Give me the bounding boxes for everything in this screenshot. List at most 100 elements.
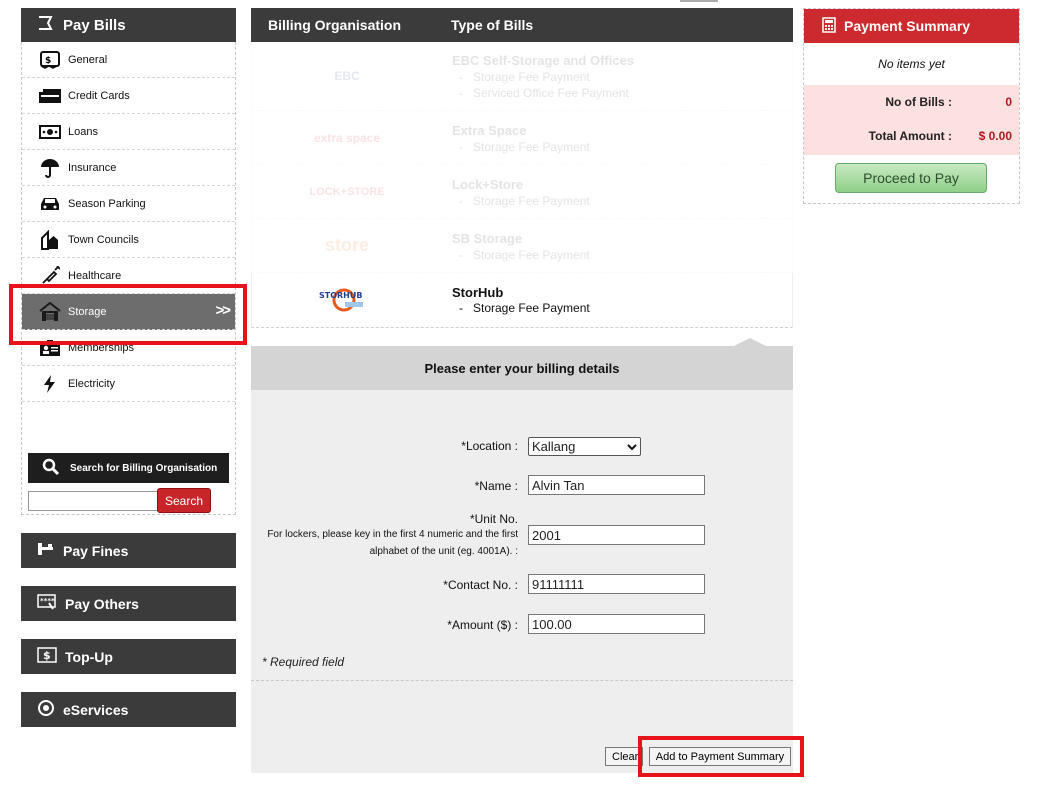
pay-others-button[interactable]: **** Pay Others (21, 586, 236, 621)
keypad-icon: **** (37, 594, 57, 613)
search-icon (42, 458, 60, 479)
sidebar-item-general[interactable]: $ General (22, 42, 235, 78)
chevron-right-icon: >> (215, 302, 230, 319)
org-row-storhub[interactable]: STORHUB StorHub - Storage Fee Payment (251, 273, 793, 328)
unit-no-note: For lockers, please key in the first 4 n… (267, 529, 518, 557)
org-name: Lock+Store (452, 177, 524, 192)
contact-label: *Contact No. : (443, 578, 518, 592)
dollar-icon: $ (37, 647, 57, 666)
payment-summary-title: Payment Summary (844, 18, 971, 34)
extra-space-logo: extra space (313, 131, 381, 145)
svg-text:$: $ (43, 649, 51, 662)
search-input[interactable] (28, 491, 158, 511)
bill-icon: $ (38, 50, 62, 70)
eservices-button[interactable]: eServices (21, 692, 236, 727)
sidebar-item-electricity[interactable]: Electricity (22, 366, 235, 402)
form-divider (251, 680, 793, 681)
search-label-text: Search for Billing Organisation (70, 462, 218, 474)
bill-type: - Serviced Office Fee Payment (459, 86, 629, 100)
sidebar-item-credit-cards[interactable]: Credit Cards (22, 78, 235, 114)
sidebar-item-label: Town Councils (68, 233, 139, 246)
svg-text:STORHUB: STORHUB (319, 291, 362, 300)
pay-others-label: Pay Others (65, 595, 139, 612)
location-select[interactable]: Kallang (528, 437, 641, 456)
amount-input[interactable]: 100.00 (528, 614, 705, 634)
sidebar-item-label: Season Parking (68, 197, 146, 210)
bill-type: - Storage Fee Payment (459, 70, 590, 84)
bill-type: - Storage Fee Payment (459, 140, 590, 154)
sidebar-item-town-councils[interactable]: Town Councils (22, 222, 235, 258)
storhub-logo: STORHUB (292, 287, 402, 313)
target-icon (37, 699, 55, 720)
org-name: StorHub (452, 285, 504, 300)
top-scroll-mark (680, 0, 718, 2)
proceed-to-pay-button[interactable]: Proceed to Pay (835, 163, 987, 193)
unit-no-label: *Unit No. (469, 512, 518, 526)
summary-totals: No of Bills : 0 Total Amount : $ 0.00 (804, 85, 1019, 155)
sidebar-item-storage[interactable]: Storage >> (22, 294, 235, 330)
org-row-sb-storage[interactable]: store SB Storage - Storage Fee Payment (251, 219, 793, 273)
search-billing-org-label: Search for Billing Organisation (28, 453, 229, 483)
pay-bills-header[interactable]: Pay Bills (21, 8, 236, 42)
bill-type: - Storage Fee Payment (459, 301, 590, 315)
add-to-payment-summary-button[interactable]: Add to Payment Summary (649, 747, 791, 766)
umbrella-icon (38, 158, 62, 178)
top-up-button[interactable]: $ Top-Up (21, 639, 236, 674)
form-title: Please enter your billing details (251, 346, 793, 390)
location-label: *Location : (461, 439, 518, 453)
sidebar-item-season-parking[interactable]: Season Parking (22, 186, 235, 222)
pay-bills-sidebar: Pay Bills $ General Credit Cards Loans I… (21, 8, 236, 515)
total-amount-label: Total Amount : (868, 129, 952, 143)
car-icon (38, 194, 62, 214)
svg-text:$: $ (45, 56, 51, 66)
bill-type: - Storage Fee Payment (459, 248, 590, 262)
org-row-extra-space[interactable]: extra space Extra Space - Storage Fee Pa… (251, 111, 793, 165)
lightning-icon (38, 374, 62, 394)
search-button[interactable]: Search (157, 488, 211, 513)
sidebar-item-healthcare[interactable]: Healthcare (22, 258, 235, 294)
pay-fines-label: Pay Fines (63, 542, 129, 559)
org-row-ebc[interactable]: EBC EBC Self-Storage and Offices - Stora… (251, 42, 793, 111)
pay-fines-button[interactable]: Pay Fines (21, 533, 236, 568)
amount-label: *Amount ($) : (447, 618, 518, 632)
sidebar-item-label: Electricity (68, 377, 116, 390)
name-label: *Name : (474, 479, 518, 493)
bill-type: - Storage Fee Payment (459, 194, 590, 208)
org-row-lock-store[interactable]: LOCK+STORE Lock+Store - Storage Fee Paym… (251, 165, 793, 219)
no-items-text: No items yet (878, 57, 945, 71)
sidebar-item-label: Insurance (68, 161, 117, 174)
sidebar-item-label: Memberships (68, 341, 135, 354)
form-pointer-notch (734, 338, 766, 346)
billing-details-form: Please enter your billing details *Locat… (251, 346, 793, 773)
lock-store-logo: LOCK+STORE (309, 186, 385, 198)
billing-org-table: Billing Organisation Type of Bills EBC E… (251, 8, 793, 328)
col-type-of-bills: Type of Bills (451, 17, 534, 33)
page: Pay Bills $ General Credit Cards Loans I… (0, 0, 1045, 797)
sidebar-item-insurance[interactable]: Insurance (22, 150, 235, 186)
sidebar-item-loans[interactable]: Loans (22, 114, 235, 150)
total-amount-value: $ 0.00 (978, 129, 1012, 143)
pay-bills-title: Pay Bills (63, 16, 126, 34)
col-billing-organisation: Billing Organisation (268, 17, 402, 33)
location-value: Kallang (532, 439, 576, 454)
svg-text:****: **** (40, 597, 55, 605)
top-up-label: Top-Up (65, 648, 113, 665)
payment-summary-panel: Payment Summary No items yet No of Bills… (803, 8, 1020, 204)
sidebar-item-memberships[interactable]: Memberships (22, 330, 235, 366)
eservices-label: eServices (63, 701, 129, 718)
credit-card-icon (38, 86, 62, 106)
chevron-down-icon (627, 439, 637, 454)
calculator-icon (822, 16, 836, 36)
gavel-icon (37, 541, 55, 560)
unit-no-input[interactable]: 2001 (528, 525, 705, 545)
clear-button[interactable]: Clear (605, 747, 643, 766)
name-input[interactable]: Alvin Tan (528, 475, 705, 495)
ebc-logo: EBC (334, 69, 360, 83)
sidebar-item-label: Healthcare (68, 269, 122, 282)
id-card-icon (38, 338, 62, 358)
sidebar-item-label: Storage (68, 305, 107, 318)
no-of-bills-label: No of Bills : (885, 95, 952, 109)
contact-input[interactable]: 91111111 (528, 574, 705, 594)
sidebar-item-label: Loans (68, 125, 98, 138)
no-of-bills-value: 0 (1005, 95, 1012, 109)
